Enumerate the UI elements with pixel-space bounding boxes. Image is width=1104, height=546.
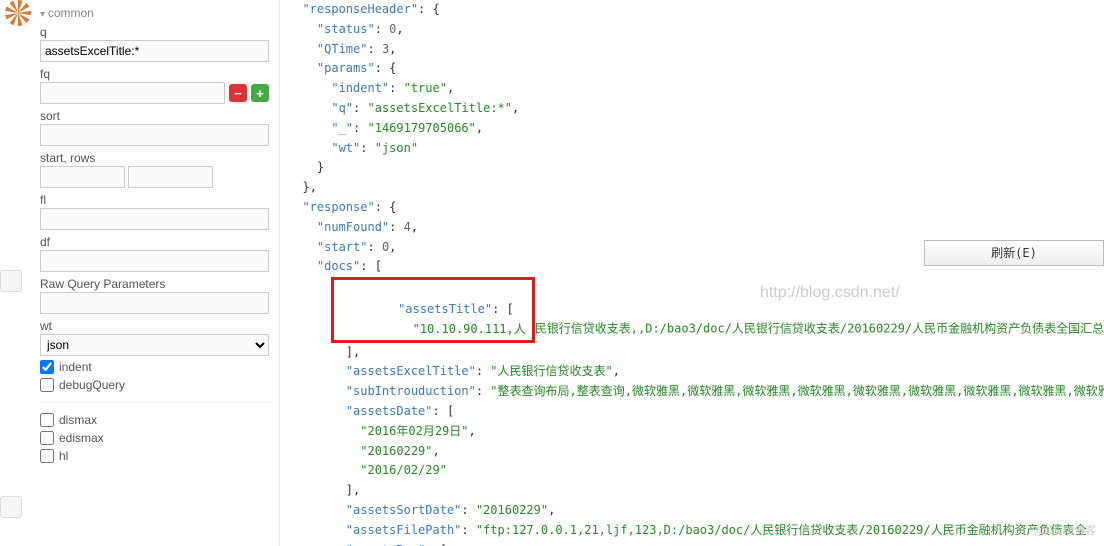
fq-input[interactable] [40,82,225,104]
refresh-button[interactable]: 刷新(E) [924,240,1104,266]
json-output: "responseHeader": { "status": 0, "QTime"… [288,0,1096,546]
json-response-panel: 刷新(E) http://blog.csdn.net/ "responseHea… [280,0,1104,546]
dismax-label: dismax [59,413,97,427]
sort-input[interactable] [40,124,269,146]
start-rows-label: start, rows [40,151,269,165]
side-tab-2[interactable] [0,496,22,518]
hl-checkbox[interactable] [40,449,54,463]
solr-logo-icon [5,0,33,28]
fq-label: fq [40,67,269,81]
fl-input[interactable] [40,208,269,230]
debugquery-label: debugQuery [59,378,125,392]
hl-label: hl [59,449,68,463]
fl-label: fl [40,193,269,207]
q-label: q [40,25,269,39]
debugquery-checkbox[interactable] [40,378,54,392]
wt-label: wt [40,319,269,333]
q-input[interactable] [40,40,269,62]
common-section-header[interactable]: common [40,6,269,20]
edismax-label: edismax [59,431,104,445]
raw-params-input[interactable] [40,292,269,314]
df-input[interactable] [40,250,269,272]
dismax-checkbox[interactable] [40,413,54,427]
divider [40,402,269,403]
start-input[interactable] [40,166,125,188]
fq-remove-button[interactable]: − [229,84,247,102]
fq-add-button[interactable]: + [251,84,269,102]
assets-title-highlight: "assetsTitle": [ "10.10.90.111,人 [331,277,534,342]
edismax-checkbox[interactable] [40,431,54,445]
df-label: df [40,235,269,249]
side-tab-1[interactable] [0,270,22,292]
wt-select[interactable]: json [40,334,269,356]
indent-checkbox[interactable] [40,360,54,374]
rows-input[interactable] [128,166,213,188]
raw-params-label: Raw Query Parameters [40,277,269,291]
sort-label: sort [40,109,269,123]
indent-label: indent [59,360,92,374]
query-sidebar: common q fq − + sort start, rows fl df R… [0,0,280,546]
